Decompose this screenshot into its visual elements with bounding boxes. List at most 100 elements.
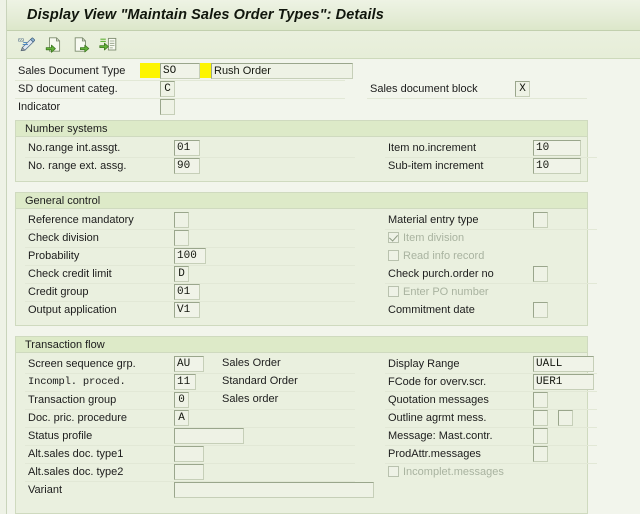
variant-input[interactable]: [174, 482, 374, 498]
row-status-profile: Status profile: [25, 428, 355, 446]
label-incomplet-messages: Incomplet.messages: [403, 466, 504, 478]
alt-sales-doc-type2-input[interactable]: [174, 464, 204, 480]
label-alt-sales-doc-type1: Alt.sales doc. type1: [28, 448, 124, 460]
label-material-entry-type: Material entry type: [388, 214, 479, 226]
transaction-group-input[interactable]: 0: [174, 392, 189, 408]
row-item-division: Item division: [385, 230, 597, 248]
label-sd-document-categ: SD document categ.: [18, 83, 118, 95]
row-message-mast-contr: Message: Mast.contr.: [385, 428, 597, 446]
row-alt-sales-doc-type1: Alt.sales doc. type1: [25, 446, 355, 464]
svg-text:69: 69: [18, 38, 24, 44]
quotation-messages-input[interactable]: [533, 392, 548, 408]
label-status-profile: Status profile: [28, 430, 93, 442]
group-body-number-systems: No.range int.assgt. 01 No. range ext. as…: [16, 137, 597, 176]
title-bar: Display View "Maintain Sales Order Types…: [7, 0, 640, 31]
page-title: Display View "Maintain Sales Order Types…: [27, 7, 384, 23]
label-incompl-proced: Incompl. proced.: [28, 376, 126, 388]
row-no-range-ext-assg: No. range ext. assg. 90: [25, 158, 355, 176]
label-transaction-group: Transaction group: [28, 394, 117, 406]
outline-agrmt-mess-input[interactable]: [533, 410, 548, 426]
row-item-no-increment: Item no.increment 10: [385, 140, 597, 158]
fcode-for-overv-scr-input[interactable]: UER1: [533, 374, 594, 390]
alt-sales-doc-type1-input[interactable]: [174, 446, 204, 462]
no-range-int-assgt-input[interactable]: 01: [174, 140, 200, 156]
item-no-increment-input[interactable]: 10: [533, 140, 581, 156]
form-area: Sales Document Type SO Rush Order SD doc…: [7, 60, 640, 514]
row-check-division: Check division: [25, 230, 355, 248]
screen-sequence-grp-input[interactable]: AU: [174, 356, 204, 372]
credit-group-input[interactable]: 01: [174, 284, 200, 300]
label-alt-sales-doc-type2: Alt.sales doc. type2: [28, 466, 124, 478]
outline-agrmt-mess-second-input[interactable]: [558, 410, 573, 426]
label-output-application: Output application: [28, 304, 117, 316]
probability-input[interactable]: 100: [174, 248, 206, 264]
group-title-general-control: General control: [16, 193, 587, 209]
label-no-range-int-assgt: No.range int.assgt.: [28, 142, 121, 154]
sales-document-type-input[interactable]: SO: [160, 63, 200, 79]
display-range-input[interactable]: UALL: [533, 356, 594, 372]
display-change-icon[interactable]: 69: [15, 33, 39, 56]
label-no-range-ext-assg: No. range ext. assg.: [28, 160, 127, 172]
sub-item-increment-input[interactable]: 10: [533, 158, 581, 174]
doc-pric-procedure-input[interactable]: A: [174, 410, 189, 426]
row-indicator: Indicator: [15, 99, 345, 117]
row-check-credit-limit: Check credit limit D: [25, 266, 355, 284]
label-item-division: Item division: [403, 232, 465, 244]
row-probability: Probability 100: [25, 248, 355, 266]
label-quotation-messages: Quotation messages: [388, 394, 489, 406]
check-division-input[interactable]: [174, 230, 189, 246]
group-transaction-flow: Transaction flow Screen sequence grp. AU…: [15, 336, 597, 514]
no-range-ext-assg-input[interactable]: 90: [174, 158, 200, 174]
row-fcode-for-overv-scr: FCode for overv.scr. UER1: [385, 374, 597, 392]
label-variant: Variant: [28, 484, 63, 496]
message-mast-contr-input[interactable]: [533, 428, 548, 444]
new-entries-icon[interactable]: [42, 33, 66, 56]
row-reference-mandatory: Reference mandatory: [25, 212, 355, 230]
row-enter-po-number: Enter PO number: [385, 284, 597, 302]
label-check-purch-order-no: Check purch.order no: [388, 268, 494, 280]
incompl-proced-input[interactable]: 11: [174, 374, 196, 390]
indicator-input[interactable]: [160, 99, 175, 115]
group-body-transaction-flow: Screen sequence grp. AU Sales Order Inco…: [16, 353, 597, 500]
row-sales-document-type: Sales Document Type SO Rush Order: [15, 63, 353, 81]
group-general-control: General control Reference mandatory Chec…: [15, 192, 597, 326]
commitment-date-input[interactable]: [533, 302, 548, 318]
screen-sequence-grp-description: Sales Order: [222, 357, 281, 369]
label-commitment-date: Commitment date: [388, 304, 475, 316]
row-incomplet-messages: Incomplet.messages: [385, 464, 597, 482]
label-read-info-record: Read info record: [403, 250, 485, 262]
copy-as-icon[interactable]: [69, 33, 93, 56]
row-transaction-group: Transaction group 0 Sales order: [25, 392, 355, 410]
label-sub-item-increment: Sub-item increment: [388, 160, 484, 172]
label-sales-document-block: Sales document block: [370, 83, 478, 95]
group-body-general-control: Reference mandatory Check division Proba…: [16, 209, 597, 320]
material-entry-type-input[interactable]: [533, 212, 548, 228]
output-application-input[interactable]: V1: [174, 302, 200, 318]
row-credit-group: Credit group 01: [25, 284, 355, 302]
sales-document-block-input[interactable]: X: [515, 81, 530, 97]
label-fcode-for-overv-scr: FCode for overv.scr.: [388, 376, 487, 388]
label-indicator: Indicator: [18, 101, 61, 113]
sd-document-categ-input[interactable]: C: [160, 81, 175, 97]
label-screen-sequence-grp: Screen sequence grp.: [28, 358, 136, 370]
prodattr-messages-input[interactable]: [533, 446, 548, 462]
status-profile-input[interactable]: [174, 428, 244, 444]
sales-document-type-description-input[interactable]: Rush Order: [211, 63, 353, 79]
group-number-systems: Number systems No.range int.assgt. 01 No…: [15, 120, 597, 182]
row-quotation-messages: Quotation messages: [385, 392, 597, 410]
label-item-no-increment: Item no.increment: [388, 142, 477, 154]
row-commitment-date: Commitment date: [385, 302, 597, 320]
item-division-checkbox: [388, 232, 399, 243]
group-title-transaction-flow: Transaction flow: [16, 337, 587, 353]
check-credit-limit-input[interactable]: D: [174, 266, 189, 282]
label-check-credit-limit: Check credit limit: [28, 268, 112, 280]
row-check-purch-order-no: Check purch.order no: [385, 266, 597, 284]
row-sales-document-block: Sales document block X: [367, 81, 587, 99]
sap-details-screen: Display View "Maintain Sales Order Types…: [0, 0, 640, 514]
label-outline-agrmt-mess: Outline agrmt mess.: [388, 412, 487, 424]
label-probability: Probability: [28, 250, 80, 262]
row-sub-item-increment: Sub-item increment 10: [385, 158, 597, 176]
details-icon[interactable]: [96, 33, 120, 56]
reference-mandatory-input[interactable]: [174, 212, 189, 228]
check-purch-order-no-input[interactable]: [533, 266, 548, 282]
